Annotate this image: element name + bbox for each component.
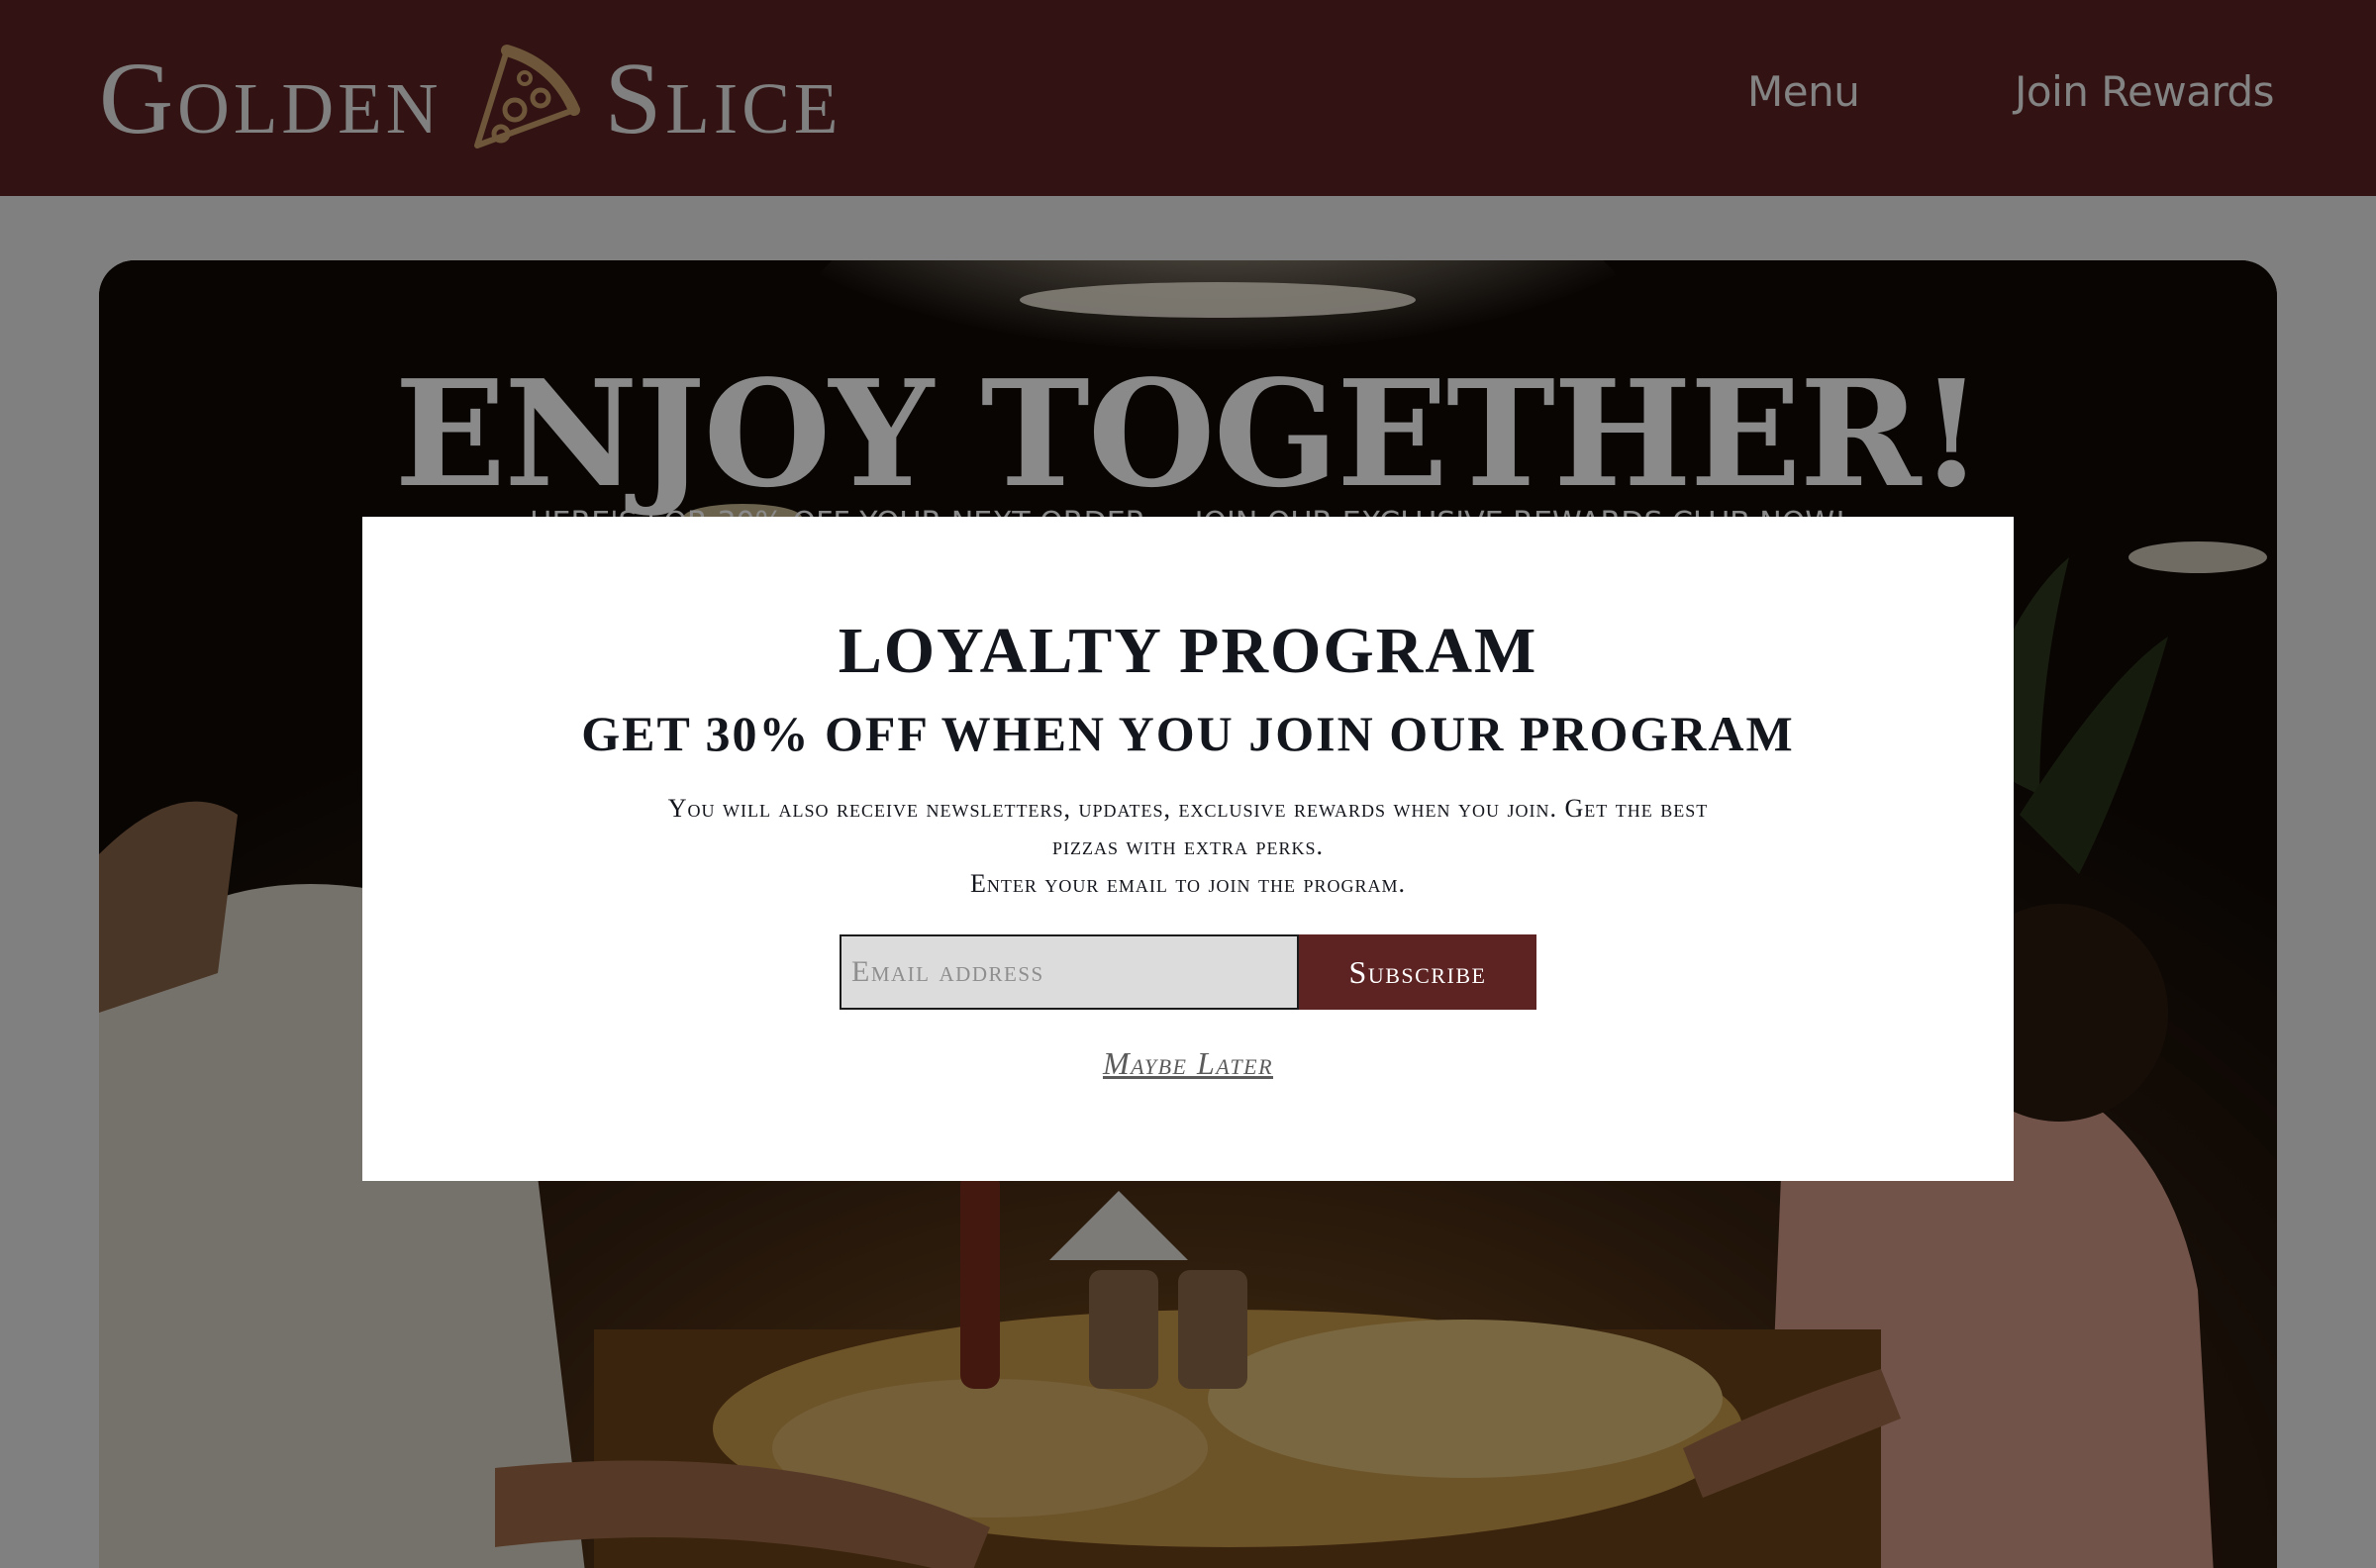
- modal-description-line: Enter your email to join the program.: [969, 869, 1407, 898]
- modal-subtitle: GET 30% OFF WHEN YOU JOIN OUR PROGRAM: [581, 706, 1795, 761]
- email-field[interactable]: [840, 934, 1299, 1010]
- modal-description: You will also receive newsletters, updat…: [659, 790, 1717, 903]
- modal-title: LOYALTY PROGRAM: [838, 615, 1538, 687]
- maybe-later-link[interactable]: Maybe Later: [362, 1045, 2014, 1082]
- subscribe-form: Subscribe: [840, 934, 1536, 1010]
- loyalty-modal: LOYALTY PROGRAM GET 30% OFF WHEN YOU JOI…: [362, 517, 2014, 1181]
- subscribe-button[interactable]: Subscribe: [1299, 934, 1536, 1010]
- modal-description-line: You will also receive newsletters, updat…: [667, 794, 1709, 860]
